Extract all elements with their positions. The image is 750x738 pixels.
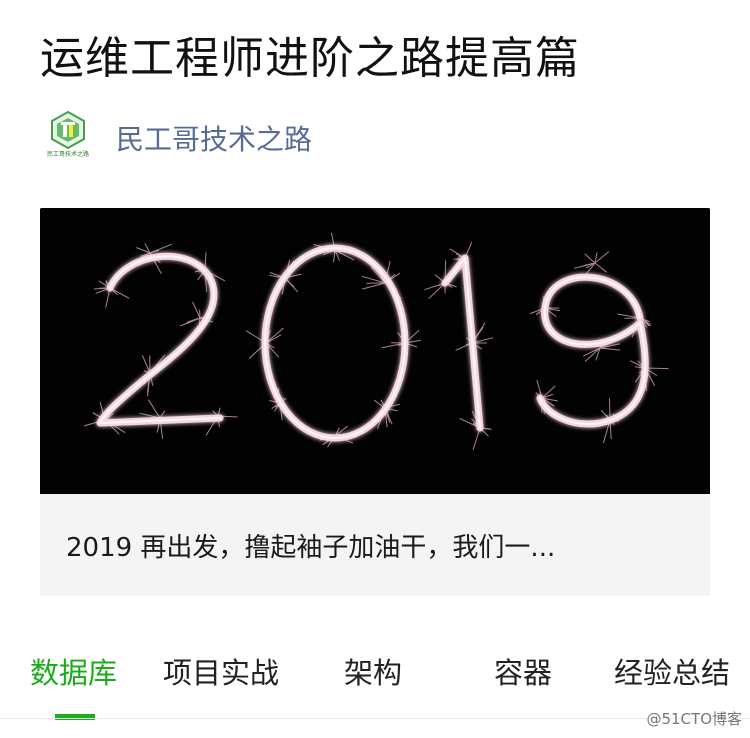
category-tabs: 数据库 项目实战 架构 容器 经验总结 (0, 640, 750, 720)
tab-architecture[interactable]: 架构 (344, 650, 402, 692)
tab-project-practice[interactable]: 项目实战 (163, 650, 279, 692)
card-caption[interactable]: 2019 再出发，撸起袖子加油干，我们一... (40, 494, 710, 596)
tab-experience-summary[interactable]: 经验总结 (614, 650, 730, 692)
account-logo-icon (51, 110, 85, 150)
active-tab-indicator (55, 714, 95, 720)
tab-containers[interactable]: 容器 (494, 650, 552, 692)
article-title: 运维工程师进阶之路提高篇 (40, 33, 580, 84)
account-name-link[interactable]: 民工哥技术之路 (116, 118, 312, 158)
article-card[interactable]: 2019 再出发，撸起袖子加油干，我们一... (40, 208, 710, 596)
card-image[interactable] (40, 208, 710, 494)
account-row[interactable]: 民工哥技术之路 民工哥技术之路 (40, 110, 312, 166)
tabs-divider (0, 718, 750, 719)
tab-database[interactable]: 数据库 (30, 650, 117, 692)
logo-caption: 民工哥技术之路 (46, 151, 89, 158)
account-logo[interactable]: 民工哥技术之路 (40, 110, 96, 166)
watermark: @51CTO博客 (646, 710, 742, 728)
sparkler-2019-image (40, 208, 710, 494)
article-page: 运维工程师进阶之路提高篇 民工哥技术之路 民工哥技术之路 2019 再出发，撸起… (0, 0, 750, 738)
